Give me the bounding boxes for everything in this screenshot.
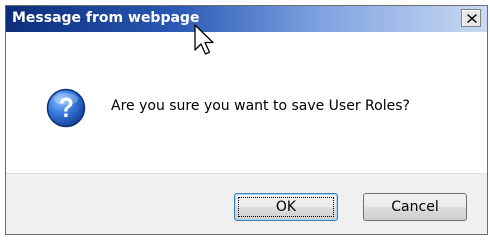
mouse-cursor-icon	[194, 24, 214, 55]
dialog-title: Message from webpage	[12, 10, 200, 26]
title-bar[interactable]: Message from webpage	[6, 6, 487, 32]
cancel-button-label: Cancel	[391, 199, 439, 215]
confirmation-message: Are you sure you want to save User Roles…	[111, 98, 410, 114]
close-icon	[467, 14, 477, 23]
button-bar: OK Cancel	[6, 173, 487, 234]
message-dialog: Message from webpage Are you sure you wa…	[5, 5, 488, 235]
cancel-button[interactable]: Cancel	[363, 193, 467, 221]
ok-button[interactable]: OK	[234, 193, 338, 221]
focus-rectangle	[238, 197, 334, 217]
close-button[interactable]	[461, 9, 481, 27]
question-icon	[46, 88, 86, 128]
dialog-body: Are you sure you want to save User Roles…	[6, 32, 487, 173]
